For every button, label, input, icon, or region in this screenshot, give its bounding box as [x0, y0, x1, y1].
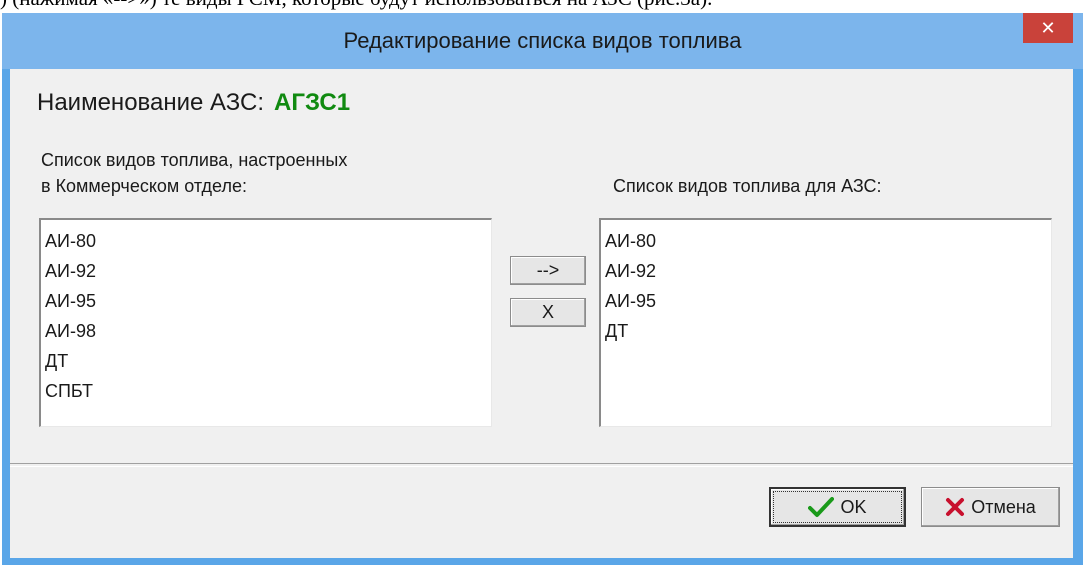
- station-label: Наименование АЗС:: [37, 89, 265, 116]
- available-fuel-listbox[interactable]: АИ-80 АИ-92 АИ-95 АИ-98 ДТ СПБТ: [39, 218, 492, 427]
- cancel-button[interactable]: Отмена: [921, 487, 1060, 527]
- right-list-label: Список видов топлива для АЗС:: [613, 176, 882, 196]
- list-item[interactable]: АИ-95: [605, 286, 1051, 316]
- close-button[interactable]: ✕: [1023, 13, 1073, 43]
- station-name-row: Наименование АЗС: АГЗС1: [37, 89, 350, 117]
- left-list-label-line1: Список видов топлива, настроенных: [41, 150, 348, 170]
- ok-button[interactable]: OK: [769, 487, 906, 527]
- close-icon: ✕: [1040, 17, 1056, 39]
- cancel-label: Отмена: [971, 496, 1036, 517]
- remove-fuel-button[interactable]: X: [510, 298, 586, 327]
- dialog-client-area: Наименование АЗС: АГЗС1 Список видов топ…: [10, 69, 1073, 558]
- list-item[interactable]: АИ-80: [605, 226, 1051, 256]
- x-icon: [945, 497, 965, 517]
- window-title: Редактирование списка видов топлива: [343, 28, 742, 53]
- title-bar[interactable]: Редактирование списка видов топлива ✕: [2, 13, 1083, 69]
- left-list-label: Список видов топлива, настроенных в Комм…: [41, 147, 347, 199]
- list-item[interactable]: АИ-98: [45, 316, 491, 346]
- list-item[interactable]: СПБТ: [45, 376, 491, 406]
- station-fuel-listbox[interactable]: АИ-80 АИ-92 АИ-95 ДТ: [599, 218, 1052, 427]
- list-item[interactable]: ДТ: [45, 346, 491, 376]
- add-fuel-button[interactable]: -->: [510, 256, 586, 285]
- list-item[interactable]: АИ-92: [45, 256, 491, 286]
- left-list-label-line2: в Коммерческом отделе:: [41, 176, 247, 196]
- ok-label: OK: [840, 496, 867, 517]
- list-item[interactable]: АИ-92: [605, 256, 1051, 286]
- document-caption-text: ) (нажимая «-->») те виды ГСМ, которые б…: [0, 0, 1086, 14]
- divider: [10, 463, 1073, 467]
- list-item[interactable]: ДТ: [605, 316, 1051, 346]
- check-icon: [808, 496, 835, 518]
- list-item[interactable]: АИ-80: [45, 226, 491, 256]
- station-value: АГЗС1: [274, 89, 351, 116]
- list-item[interactable]: АИ-95: [45, 286, 491, 316]
- dialog-window: Редактирование списка видов топлива ✕ На…: [2, 13, 1083, 565]
